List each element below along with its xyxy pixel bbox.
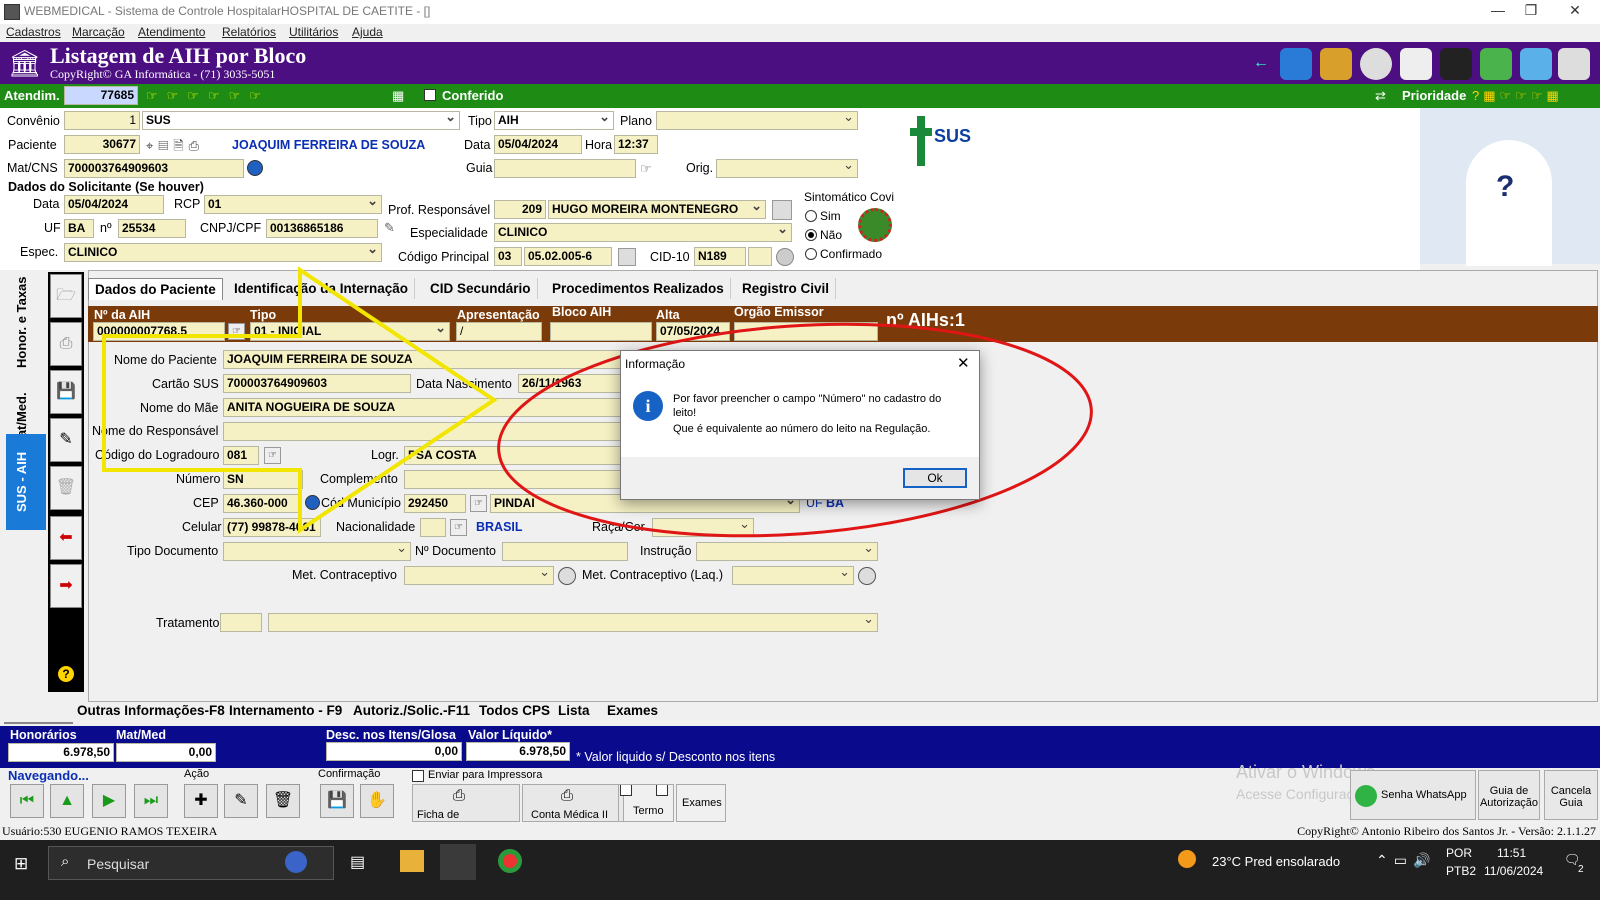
tab-exames[interactable]: Exames xyxy=(602,702,663,719)
dialog-ok-button[interactable]: Ok xyxy=(903,468,967,488)
ficha-atendimento-button[interactable]: ⎙ Ficha de Atendimento xyxy=(412,784,520,833)
weather-icon xyxy=(1178,850,1196,868)
status-bar: Usuário:530 EUGENIO RAMOS TEXEIRA CopyRi… xyxy=(0,822,1600,840)
confirmacao-label: Confirmação xyxy=(318,768,381,780)
search-highlight-icon xyxy=(285,851,307,873)
chrome-icon[interactable] xyxy=(498,849,522,873)
dialog-message-line1: Por favor preencher o campo "Número" no … xyxy=(673,393,942,405)
printer-icon: ⎙ xyxy=(453,787,466,804)
clock-time: 11:51 xyxy=(1497,846,1527,860)
senha-whatsapp-button[interactable]: Senha WhatsApp xyxy=(1350,770,1476,820)
search-icon: ⌕ xyxy=(61,853,70,870)
lang-2: PTB2 xyxy=(1446,864,1477,878)
navegando-label: Navegando... xyxy=(8,768,89,783)
dialog-message-line2: leito! xyxy=(673,407,697,419)
edit-record-icon[interactable]: ✎ xyxy=(224,784,258,818)
footer-toolbar: Navegando... ⏮ ▲ ▶ ⏭ Ação ✚ ✎ 🗑 Confirma… xyxy=(0,762,1600,833)
tab-outras-info[interactable]: Outras Informações-F8 xyxy=(72,702,230,719)
termo-button[interactable]: Termo xyxy=(618,784,674,822)
cancel-hand-icon[interactable]: ✋ xyxy=(360,784,394,818)
enviar-impressora-checkbox[interactable] xyxy=(412,770,424,782)
valor-liquido-note: * Valor liquido s/ Desconto nos itens xyxy=(576,750,776,764)
enviar-impressora-label: Enviar para Impressora xyxy=(428,769,543,781)
matmed-field: 0,00 xyxy=(116,743,216,762)
lang-1: POR xyxy=(1446,846,1473,860)
info-dialog: Informação ✕ i Por favor preencher o cam… xyxy=(620,350,980,500)
tray-icons[interactable]: ⌃▭🔊 xyxy=(1376,852,1436,869)
taskbar: ⊞ ⌕ Pesquisar ▤ 23°C Pred ensolarado ⌃▭🔊… xyxy=(0,840,1600,900)
matmed-label: Mat/Med xyxy=(116,728,166,742)
dialog-close-icon[interactable]: ✕ xyxy=(957,354,970,372)
desc-label: Desc. nos Itens/Glosa xyxy=(326,728,456,742)
file-explorer-icon[interactable] xyxy=(400,850,424,872)
info-icon: i xyxy=(633,391,663,421)
last-record-icon[interactable]: ⏭ xyxy=(134,784,168,818)
task-view-icon[interactable]: ▤ xyxy=(350,852,365,872)
tab-todos-cps[interactable]: Todos CPS xyxy=(474,702,555,719)
status-copyright: CopyRight© Antonio Ribeiro dos Santos Jr… xyxy=(1297,824,1596,838)
windows-start-icon[interactable]: ⊞ xyxy=(14,854,32,873)
tab-internamento[interactable]: Internamento - F9 xyxy=(224,702,347,719)
yellow-arrow-annotation xyxy=(102,266,498,534)
valor-liquido-label: Valor Líquido* xyxy=(468,728,553,742)
weather-text: 23°C Pred ensolarado xyxy=(1212,854,1341,869)
notification-count: 2 xyxy=(1578,864,1584,875)
taskbar-search[interactable]: ⌕ Pesquisar xyxy=(48,846,334,880)
desc-field: 0,00 xyxy=(326,742,462,761)
printer-icon-2: ⎙ xyxy=(561,787,574,804)
status-user: Usuário:530 EUGENIO RAMOS TEXEIRA xyxy=(2,824,218,838)
exames-button[interactable]: Exames xyxy=(676,784,726,822)
new-record-icon[interactable]: ✚ xyxy=(184,784,218,818)
valor-liquido-field: 6.978,50 xyxy=(466,742,570,761)
cancela-guia-button[interactable]: Cancela Guia xyxy=(1544,770,1598,820)
honorarios-field: 6.978,50 xyxy=(8,743,114,762)
first-record-icon[interactable]: ⏮ xyxy=(10,784,44,818)
clock-date: 11/06/2024 xyxy=(1484,864,1544,878)
webmedical-task-icon[interactable] xyxy=(440,844,476,880)
trash-icon[interactable]: 🗑 xyxy=(266,784,300,818)
next-record-icon[interactable]: ▶ xyxy=(92,784,126,818)
prev-record-icon[interactable]: ▲ xyxy=(50,784,84,818)
dialog-title: Informação xyxy=(625,357,686,371)
acao-label: Ação xyxy=(184,768,210,780)
confirm-save-icon[interactable]: 💾 xyxy=(320,784,354,818)
honorarios-label: Honorários xyxy=(10,728,77,742)
tab-autoriz[interactable]: Autoriz./Solic.-F11 xyxy=(348,702,475,719)
dialog-message-line3: Que é equivalente ao número do leito na … xyxy=(673,423,931,435)
tab-lista[interactable]: Lista xyxy=(553,702,595,719)
whatsapp-icon xyxy=(1355,785,1377,807)
conta-medica-button[interactable]: ⎙ Conta Médica II xyxy=(522,784,624,822)
guia-autorizacao-button[interactable]: Guia de Autorização xyxy=(1478,770,1540,820)
